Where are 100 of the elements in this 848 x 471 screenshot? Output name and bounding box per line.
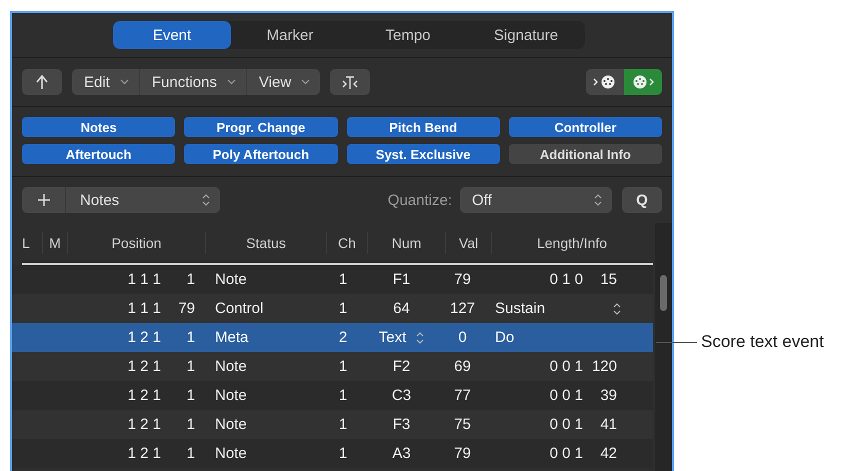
table-cell-text: 0 (457, 329, 468, 346)
table-cell-text: Control (214, 300, 264, 317)
filter-button[interactable]: Controller (508, 117, 662, 137)
table-cell-text: 1 (338, 271, 348, 288)
add-button[interactable] (22, 187, 66, 213)
tick-text: 1 (186, 387, 195, 404)
position-text: 1 2 1 (128, 387, 161, 404)
event-type-popup[interactable]: Notes (66, 187, 220, 213)
quantize-button[interactable]: Q (622, 187, 662, 213)
table-cell-text: 79 (453, 271, 472, 288)
catch-button[interactable] (330, 69, 370, 95)
length-text: 0 0 1 (550, 387, 583, 404)
popup-arrows-icon[interactable] (416, 332, 424, 344)
caret-icon (301, 79, 310, 85)
tick-text: 1 (186, 329, 195, 346)
tick-text: 15 (599, 271, 617, 288)
length-text: 0 0 1 (550, 445, 583, 462)
event-row[interactable]: 1 2 1 1 Note 1 F3 75 0 0 1 41 (12, 410, 654, 439)
event-row[interactable]: 1 1 1 79 Control 1 64 127 Sustain (12, 294, 654, 323)
tick-text: 41 (599, 416, 617, 433)
table-cell-text: Meta (214, 329, 250, 346)
table-cell: F1 (392, 271, 410, 288)
table-cell-text: 1 (338, 358, 348, 375)
table-cell-text: Note (214, 358, 248, 375)
menu-button[interactable]: Functions (140, 69, 247, 95)
table-cell-text: 127 (448, 300, 476, 317)
filter-button[interactable]: Additional Info (508, 144, 662, 164)
tab[interactable]: Marker (231, 21, 349, 49)
table-cell: F2 (392, 358, 410, 375)
position-text: 1 2 1 (128, 329, 161, 346)
column-header[interactable]: Position (68, 232, 206, 254)
table-cell-text: 77 (453, 387, 472, 404)
hierarchy-up-button[interactable] (22, 69, 62, 95)
plus-icon (36, 193, 50, 207)
catch-icon (341, 74, 360, 90)
table-cell: A3 (392, 445, 411, 462)
menu-button[interactable]: Edit (72, 69, 140, 95)
table-cell-text: Note (214, 271, 248, 288)
tab[interactable]: Event (113, 21, 231, 49)
table-cell-text: 1 (338, 300, 348, 317)
midi-in-button[interactable] (586, 69, 624, 95)
table-cell-text: 2 (338, 329, 348, 346)
popup-arrows-icon (594, 194, 602, 206)
tick-text: 1 (186, 271, 195, 288)
event-row[interactable]: 1 2 1 1 Note 1 F2 69 0 0 1 120 (12, 352, 654, 381)
table-cell-text: 75 (453, 416, 472, 433)
column-header[interactable]: Status (206, 232, 327, 254)
table-cell: 64 (393, 300, 410, 317)
column-header[interactable]: M (43, 232, 68, 254)
table-cell: Text (378, 329, 406, 346)
table-cell: Sustain (495, 300, 546, 317)
scrollbar-thumb[interactable] (660, 275, 668, 311)
filter-button[interactable]: Progr. Change (184, 117, 338, 137)
caret-icon (226, 79, 236, 85)
popup-arrows-icon[interactable] (613, 302, 621, 314)
tick-text: 120 (590, 358, 617, 375)
table-cell: F3 (392, 416, 410, 433)
filter-button[interactable]: Notes (22, 117, 176, 137)
table-cell-text: Note (214, 445, 248, 462)
filter-button[interactable]: Pitch Bend (346, 117, 500, 137)
table-cell-text: Note (214, 387, 248, 404)
up-arrow-icon (35, 74, 49, 90)
length-text: 0 1 0 (550, 271, 583, 288)
tick-text: 42 (599, 445, 617, 462)
position-text: 1 1 1 (128, 300, 161, 317)
event-row[interactable]: 1 2 1 1 Meta 2 Text 0 Do (12, 323, 654, 352)
midi-out-button[interactable] (624, 69, 662, 95)
caret-icon (120, 79, 129, 85)
column-header[interactable]: Ch (327, 232, 368, 254)
position-text: 1 2 1 (128, 416, 161, 433)
filter-button[interactable]: Syst. Exclusive (346, 144, 500, 164)
tick-text: 79 (177, 300, 195, 317)
table-cell-text: Note (214, 416, 248, 433)
table-cell-text: 1 (338, 387, 348, 404)
filter-button[interactable]: Poly Aftertouch (184, 144, 338, 164)
table-cell-text: 1 (338, 416, 348, 433)
menu-button[interactable]: View (246, 69, 320, 95)
tick-text: 1 (186, 416, 195, 433)
column-header[interactable]: Length/Info (492, 232, 652, 254)
popup-arrows-icon (202, 194, 210, 206)
table-cell-text: 69 (453, 358, 472, 375)
tab[interactable]: Signature (467, 21, 585, 49)
quantize-popup[interactable]: Off (460, 187, 612, 213)
table-cell-text: 79 (453, 445, 472, 462)
filter-button[interactable]: Aftertouch (22, 144, 176, 164)
length-text: 0 0 1 (550, 416, 583, 433)
tick-text: 1 (186, 358, 195, 375)
quantize-label: Quantize: (388, 192, 452, 208)
table-cell: Do (495, 329, 514, 346)
tick-text: 1 (186, 445, 195, 462)
column-header[interactable]: L (22, 232, 43, 254)
tick-text: 39 (599, 387, 617, 404)
table-cell: C3 (392, 387, 412, 404)
table-cell-text: 1 (338, 445, 348, 462)
column-header[interactable]: Val (446, 232, 492, 254)
length-text: 0 0 1 (550, 358, 583, 375)
position-text: 1 2 1 (128, 445, 161, 462)
callout-text: Score text event (701, 332, 824, 352)
column-header[interactable]: Num (368, 232, 446, 254)
tab[interactable]: Tempo (349, 21, 467, 49)
